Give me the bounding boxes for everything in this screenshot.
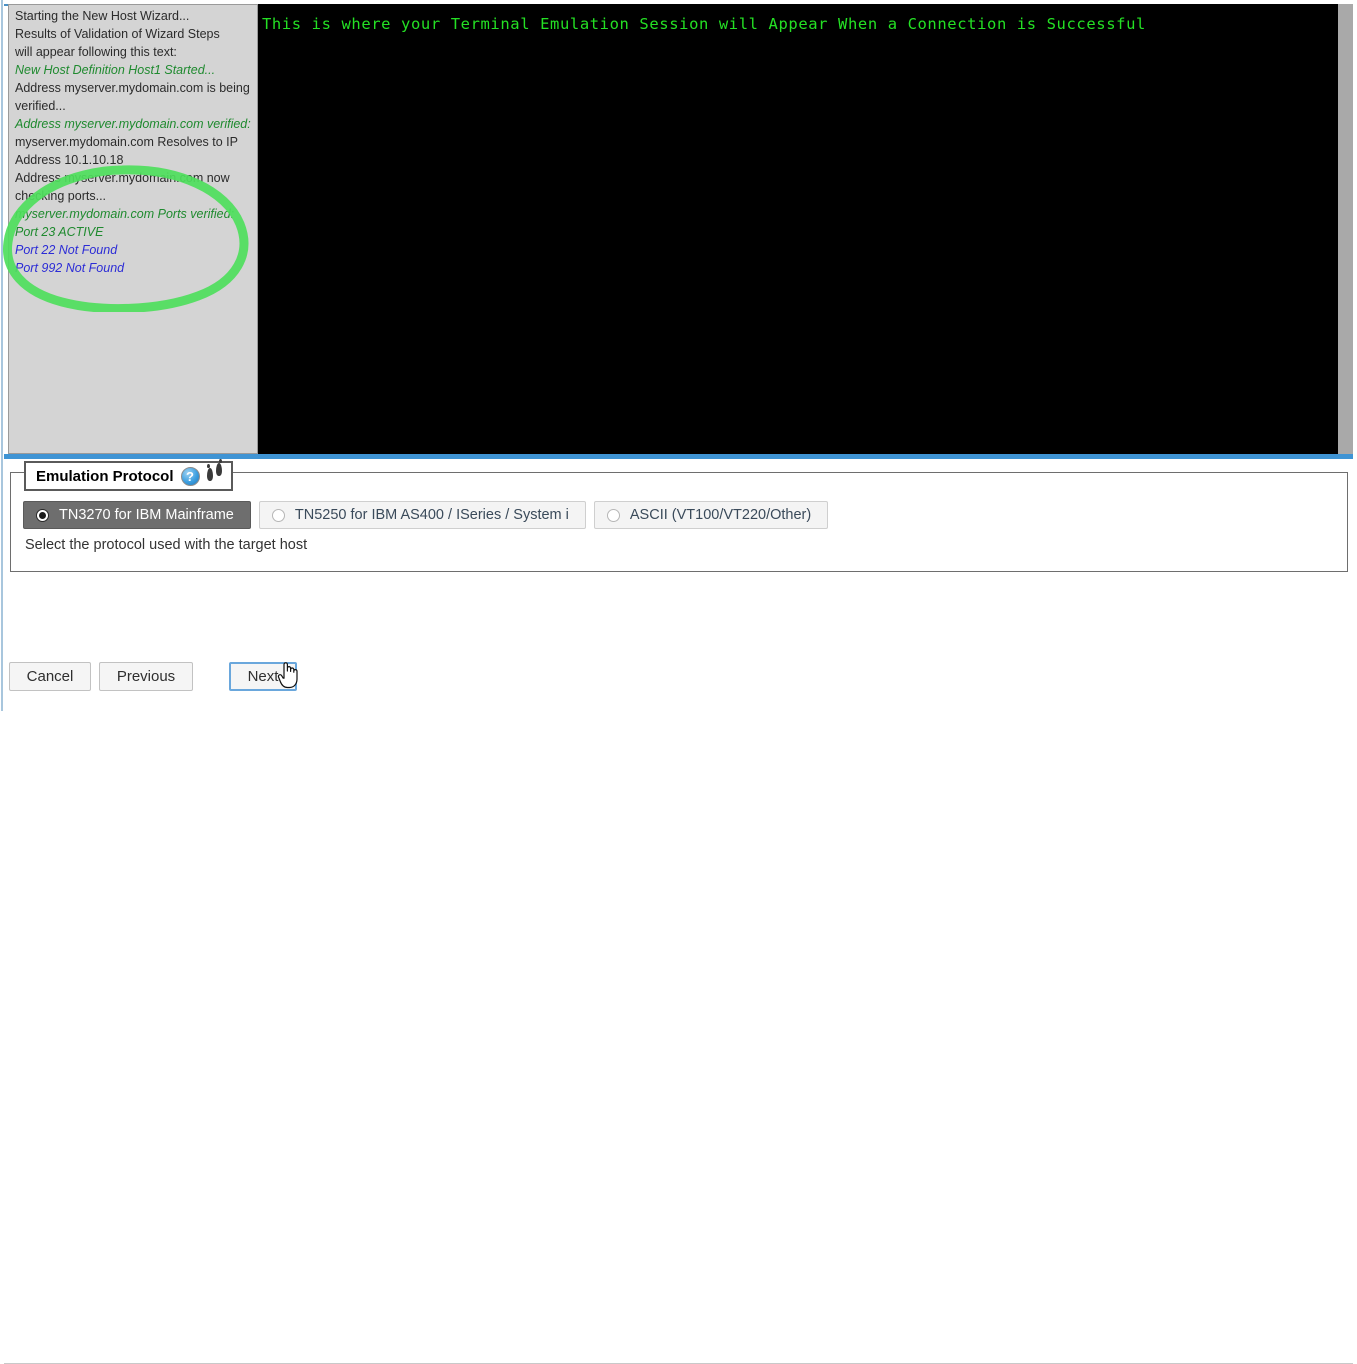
protocol-option-label: TN3270 for IBM Mainframe <box>59 507 234 523</box>
protocol-option-list: TN3270 for IBM Mainframe TN5250 for IBM A… <box>23 501 829 529</box>
log-line: Results of Validation of Wizard Steps <box>15 27 220 41</box>
radio-button-icon[interactable] <box>271 508 285 522</box>
log-line: Port 22 Not Found <box>15 243 118 257</box>
log-line: myserver.mydomain.com Resolves to IP <box>15 135 238 149</box>
log-line: Address myserver.mydomain.com is being <box>15 81 250 95</box>
help-circle-icon[interactable]: ? <box>180 466 200 486</box>
emulation-protocol-title: Emulation Protocol <box>36 467 174 485</box>
radio-button-icon[interactable] <box>606 508 620 522</box>
cancel-button[interactable]: Cancel <box>9 662 91 691</box>
protocol-option-3[interactable]: ASCII (VT100/VT220/Other) <box>593 501 829 529</box>
log-line: Starting the New Host Wizard... <box>15 9 190 23</box>
previous-button[interactable]: Previous <box>99 662 193 691</box>
log-line: Address myserver.mydomain.com now <box>15 171 230 185</box>
next-button[interactable]: Next <box>229 662 297 691</box>
radio-button-icon[interactable] <box>36 508 49 522</box>
log-line: myserver.mydomain.com Ports verified: <box>15 207 235 221</box>
log-line: will appear following this text: <box>15 45 177 59</box>
pane-splitter[interactable] <box>4 454 1353 459</box>
log-line: Port 992 Not Found <box>15 261 125 275</box>
protocol-option-2[interactable]: TN5250 for IBM AS400 / ISeries / System … <box>258 501 586 529</box>
log-line: Address 10.1.10.18 <box>15 153 124 167</box>
validation-log-pane[interactable]: Starting the New Host Wizard... Results o… <box>8 4 258 454</box>
log-line: Address myserver.mydomain.com verified: <box>15 117 251 131</box>
footprints-icon[interactable] <box>206 458 223 483</box>
terminal-right-filler <box>1338 4 1353 454</box>
window-left-edge <box>0 0 4 711</box>
terminal-emulation-pane[interactable]: This is where your Terminal Emulation Se… <box>258 4 1338 454</box>
terminal-placeholder-text: This is where your Terminal Emulation Se… <box>262 15 1146 33</box>
emulation-protocol-legend: Emulation Protocol ? <box>24 458 233 491</box>
protocol-option-label: TN5250 for IBM AS400 / ISeries / System … <box>294 507 569 523</box>
log-line: Port 23 ACTIVE <box>15 225 104 239</box>
log-line: checking ports... <box>15 189 107 203</box>
log-line: New Host Definition Host1 Started... <box>15 63 216 77</box>
new-host-wizard-window: Starting the New Host Wizard... Results o… <box>0 0 1357 1364</box>
wizard-footer: Cancel Previous Next <box>0 659 1357 1364</box>
validation-log-lines: Starting the New Host Wizard... Results o… <box>15 7 253 277</box>
protocol-option-1[interactable]: TN3270 for IBM Mainframe <box>23 501 251 529</box>
protocol-hint-text: Select the protocol used with the target… <box>25 537 308 553</box>
protocol-option-label: ASCII (VT100/VT220/Other) <box>629 507 812 523</box>
log-line: verified... <box>15 99 66 113</box>
